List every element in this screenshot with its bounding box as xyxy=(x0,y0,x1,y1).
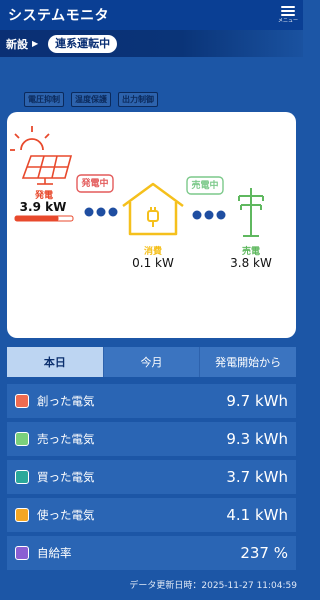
stat-value: 4.1 kWh xyxy=(226,506,288,524)
solar-bar-fill xyxy=(15,216,59,221)
menu-label: メニュー xyxy=(277,18,298,24)
stat-value: 9.7 kWh xyxy=(226,392,288,410)
flow-dots-right xyxy=(192,210,226,220)
generated-swatch xyxy=(15,394,29,408)
bought-swatch xyxy=(15,470,29,484)
utility-pole-icon xyxy=(238,188,264,237)
stat-row-self-sufficiency: 自給率 237 % xyxy=(7,536,296,570)
temperature-protection-indicator: 温度保護 xyxy=(71,92,111,107)
sell-value: 3.8 kW xyxy=(230,256,272,270)
voltage-suppression-indicator: 電圧抑制 xyxy=(24,92,64,107)
stat-row-sold: 売った電気 9.3 kWh xyxy=(7,422,296,456)
tab-today[interactable]: 本日 xyxy=(7,347,104,377)
output-control-indicator: 出力制御 xyxy=(118,92,158,107)
sun-icon xyxy=(10,126,50,151)
stat-label: 売った電気 xyxy=(37,432,95,446)
tab-this-month[interactable]: 今月 xyxy=(103,347,201,377)
stat-value: 237 % xyxy=(240,544,288,562)
stat-row-used: 使った電気 4.1 kWh xyxy=(7,498,296,532)
generating-badge: 発電中 xyxy=(81,179,109,189)
tab-since-start[interactable]: 発電開始から xyxy=(200,347,297,377)
hamburger-icon xyxy=(281,6,295,16)
stat-value: 9.3 kWh xyxy=(226,430,288,448)
device-selector[interactable]: 新設 ▶ xyxy=(0,36,38,52)
play-arrow-icon: ▶ xyxy=(32,39,39,48)
energy-flow-diagram xyxy=(10,126,264,237)
stat-value: 3.7 kWh xyxy=(226,468,288,486)
period-tabs: 本日 今月 発電開始から xyxy=(7,347,297,377)
control-indicators: 電圧抑制 温度保護 出力制御 xyxy=(24,92,158,107)
energy-stats-list: 創った電気 9.7 kWh 売った電気 9.3 kWh 買った電気 3.7 kW… xyxy=(7,384,296,574)
consumption-value: 0.1 kW xyxy=(132,256,174,270)
stat-label: 創った電気 xyxy=(37,394,95,408)
operation-mode-badge: 連系運転中 xyxy=(48,34,118,53)
sold-swatch xyxy=(15,432,29,446)
stat-row-bought: 買った電気 3.7 kWh xyxy=(7,460,296,494)
solar-panel-icon xyxy=(21,155,73,185)
self-sufficiency-swatch xyxy=(15,546,29,560)
selling-badge: 売電中 xyxy=(191,181,219,191)
flow-dots-left xyxy=(84,207,118,217)
stat-label: 自給率 xyxy=(37,546,72,560)
energy-flow-card: 発電中 売電中 発電 3.9 kW 消費 0.1 kW 売電 3.8 kW xyxy=(7,112,296,338)
stat-label: 買った電気 xyxy=(37,470,95,484)
stat-row-generated: 創った電気 9.7 kWh xyxy=(7,384,296,418)
used-swatch xyxy=(15,508,29,522)
menu-button[interactable]: メニュー xyxy=(273,0,303,30)
device-name: 新設 xyxy=(6,37,28,51)
plug-icon xyxy=(147,207,159,227)
last-updated: データ更新日時：2025-11-27 11:04:59 xyxy=(129,581,297,591)
solar-value: 3.9 kW xyxy=(19,200,67,214)
app-header: システムモニタ メニュー xyxy=(0,0,303,30)
app-title: システムモニタ xyxy=(8,8,110,24)
stat-label: 使った電気 xyxy=(37,508,95,522)
device-bar: 新設 ▶ 連系運転中 xyxy=(0,30,303,57)
